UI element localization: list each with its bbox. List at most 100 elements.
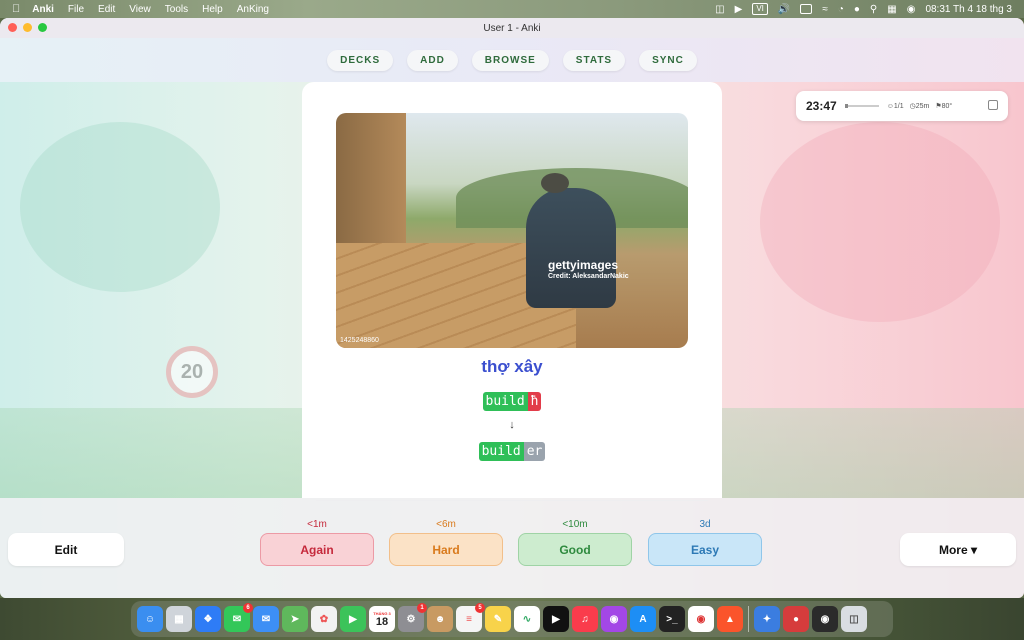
window-controls [8,23,47,32]
wifi-icon[interactable]: ≈ [822,4,828,15]
main-toolbar: DECKS ADD BROWSE STATS SYNC [0,38,1024,82]
timer-time: 23:47 [806,99,837,113]
photo-id: 1425248860 [340,337,379,344]
sync-button[interactable]: SYNC [639,49,697,71]
review-card: gettyimages Credit: AleksandarNakic 1425… [302,82,722,501]
study-timer-widget: 23:47 ☺1/1 ◷25m ⚑80° [796,91,1008,121]
apple-tv-icon[interactable]: ▶ [543,606,569,632]
menu-tools[interactable]: Tools [165,4,188,15]
facetime-icon[interactable]: ▶ [340,606,366,632]
fullscreen-icon[interactable] [988,100,998,110]
chrome-icon[interactable]: ◉ [688,606,714,632]
anki-window: User 1 - Anki DECKS ADD BROWSE STATS SYN… [0,18,1024,598]
answer-bar: Edit <1m Again <6m Hard <10m Good 3d Eas… [0,498,1024,598]
cards-count-value: 1/1 [893,102,904,110]
window-title: User 1 - Anki [483,22,541,34]
menu-app-name[interactable]: Anki [32,4,54,15]
photo-watermark: gettyimages [548,258,619,272]
menu-bar:  Anki File Edit View Tools Help AnKing … [0,0,1024,18]
morph-original-base: build [482,392,528,411]
window-titlebar: User 1 - Anki [0,18,1024,38]
siri-icon[interactable]: ◉ [907,4,916,15]
obs-icon[interactable]: ◉ [812,606,838,632]
photo-worker-cap [541,173,569,193]
stats-button[interactable]: STATS [562,49,626,71]
again-button[interactable]: Again [260,533,374,566]
minimize-window-button[interactable] [23,23,32,32]
menu-clock[interactable]: 08:31 Th 4 18 thg 3 [925,4,1012,15]
app-store-icon[interactable]: A [630,606,656,632]
messages-icon[interactable]: ✉ 6 [224,603,253,632]
card-word: thợ xây [481,357,543,376]
maps-icon[interactable]: ➤ [282,606,308,632]
screen-mirror-icon[interactable]: ◫ [715,4,724,15]
cards-count: ☺1/1 [886,102,904,110]
finder-icon[interactable]: ☺ [137,606,163,632]
dock: ☺ ▦ ❖ ✉ 6 ✉ ➤ ✿ ▶ THÁNG 3 18 ⚙ 1 ☻ ≡ 5 ✎ ∿ … [131,601,893,637]
speed-sign: 20 [166,346,218,398]
duration-stat: ◷25m [909,103,930,110]
terminal-icon[interactable]: >_ [659,606,685,632]
launchpad-icon[interactable]: ▦ [166,606,192,632]
input-source-indicator[interactable]: VI [752,3,768,15]
browse-button[interactable]: BROWSE [471,49,549,71]
mail-icon[interactable]: ✉ [253,606,279,632]
goal-value: 80° [941,103,953,110]
menu-file[interactable]: File [68,4,84,15]
settings-badge: 1 [417,603,427,613]
edit-button[interactable]: Edit [8,533,124,566]
apple-menu-icon[interactable]:  [12,3,20,15]
hard-interval: <6m [436,519,456,530]
system-settings-icon[interactable]: ⚙ 1 [398,603,427,632]
photo-booth-icon[interactable]: ● [783,606,809,632]
good-button[interactable]: Good [518,533,632,566]
background-tree-left [20,122,220,292]
notes-icon[interactable]: ✎ [485,606,511,632]
trash-icon[interactable]: ◫ [841,606,867,632]
morph-original: build ħ [302,392,722,411]
search-icon[interactable]: ⚲ [870,4,877,15]
morph-result: build er [302,442,722,461]
menu-view[interactable]: View [129,4,151,15]
app-icon[interactable]: ✦ [754,606,780,632]
photo-worker [526,188,616,308]
music-icon[interactable]: ♫ [572,606,598,632]
timer-progress-bar [844,104,879,108]
more-button[interactable]: More ▾ [900,533,1016,566]
reminders-badge: 5 [475,603,485,613]
calendar-icon[interactable]: THÁNG 3 18 [369,606,395,632]
menu-help[interactable]: Help [202,4,223,15]
decks-button[interactable]: DECKS [327,49,394,71]
zoom-window-button[interactable] [38,23,47,32]
battery-icon[interactable] [800,4,813,14]
photos-icon[interactable]: ✿ [311,606,337,632]
hard-button[interactable]: Hard [389,533,503,566]
goal-stat: ⚑80° [935,103,953,110]
photo-credit: Credit: AleksandarNakic [548,273,629,280]
card-image: gettyimages Credit: AleksandarNakic 1425… [336,113,688,348]
menu-edit[interactable]: Edit [98,4,115,15]
good-interval: <10m [562,519,588,530]
volume-icon[interactable]: 🔊 [778,4,790,15]
play-icon[interactable]: ▶ [735,4,743,15]
reminders-icon[interactable]: ≡ 5 [456,603,485,632]
safari-icon[interactable]: ❖ [195,606,221,632]
morph-result-base: build [478,442,524,461]
screen-time-icon[interactable]: ◔ [838,4,844,15]
menu-anking[interactable]: AnKing [237,4,269,15]
contacts-icon[interactable]: ☻ [427,606,453,632]
morph-result-suffix: er [523,442,546,461]
close-window-button[interactable] [8,23,17,32]
add-button[interactable]: ADD [407,49,458,71]
user-icon[interactable]: ● [854,4,860,15]
freeform-icon[interactable]: ∿ [514,606,540,632]
easy-interval: 3d [699,519,711,530]
podcasts-icon[interactable]: ◉ [601,606,627,632]
dock-separator [748,606,749,632]
brave-icon[interactable]: ▲ [717,606,743,632]
easy-button[interactable]: Easy [648,533,762,566]
morph-arrow: ↓ [509,419,515,431]
again-interval: <1m [307,519,327,530]
control-center-icon[interactable]: ▦ [887,4,896,15]
messages-badge: 6 [243,603,253,613]
